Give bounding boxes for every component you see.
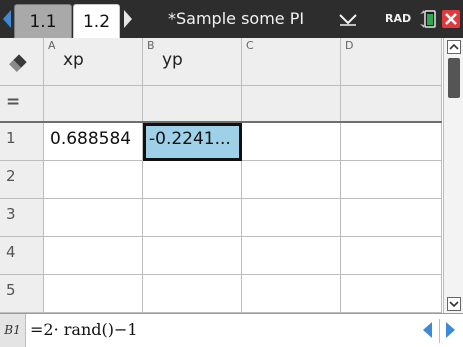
row-header-1[interactable]: 1 [0,123,44,161]
formula-cell-a[interactable] [44,86,143,122]
angle-mode-indicator: RAD [385,12,412,25]
vertical-scrollbar[interactable] [443,38,463,313]
cell-reference: B1 [0,314,26,347]
chevron-down-icon[interactable] [339,12,357,26]
entry-line: B1 =2· rand()−1 [0,313,463,347]
column-header-b[interactable]: B yp [143,38,242,86]
tab-1-2[interactable]: 1.2 [73,4,120,38]
cell-value: -0.2241... [149,129,231,149]
close-icon[interactable] [441,8,461,30]
cell-d2[interactable] [341,161,442,199]
column-letter: A [48,39,56,52]
scroll-down-button[interactable] [447,297,461,311]
column-letter: B [147,39,155,52]
cell-c1[interactable] [242,123,341,161]
cell-c4[interactable] [242,237,341,275]
corner-cell[interactable] [0,38,44,86]
tab-label: 1.2 [82,12,111,32]
row-number: 5 [6,281,16,299]
column-header-d[interactable]: D [341,38,442,86]
formula-row-header: = [0,86,44,122]
cell-b3[interactable] [143,199,242,237]
row-header-4[interactable]: 4 [0,237,44,275]
column-header-a[interactable]: A xp [44,38,143,86]
cell-b4[interactable] [143,237,242,275]
equals-symbol: = [6,92,21,112]
battery-icon [420,10,436,28]
cell-c5[interactable] [242,275,341,313]
row-number: 1 [6,129,16,147]
cell-c3[interactable] [242,199,341,237]
formula-cell-d[interactable] [341,86,442,122]
row-number: 4 [6,243,16,261]
row-header-3[interactable]: 3 [0,199,44,237]
previous-page-arrow-icon[interactable] [3,10,11,28]
cell-b2[interactable] [143,161,242,199]
chevron-down-icon [449,301,459,308]
cell-d4[interactable] [341,237,442,275]
history-forward-arrow-icon[interactable] [446,322,455,338]
tab-label: 1.1 [29,12,57,32]
column-letter: C [246,39,254,52]
scroll-up-button[interactable] [447,40,461,54]
history-back-arrow-icon[interactable] [423,322,432,338]
tab-1-1[interactable]: 1.1 [14,4,72,38]
row-number: 2 [6,167,16,185]
cell-c2[interactable] [242,161,341,199]
chevron-up-icon [449,43,459,50]
document-title[interactable]: *Sample some PI [168,9,304,28]
scroll-thumb[interactable] [448,58,460,98]
cell-b5[interactable] [143,275,242,313]
cell-a1[interactable]: 0.688584 [44,123,143,161]
column-name: xp [63,50,84,70]
title-bar: 1.1 1.2 *Sample some PI RAD [0,0,463,38]
next-page-arrow-icon[interactable] [124,10,132,28]
cell-b1[interactable]: -0.2241... [143,123,242,161]
cell-a2[interactable] [44,161,143,199]
cell-d5[interactable] [341,275,442,313]
column-name: yp [162,50,183,70]
formula-cell-c[interactable] [242,86,341,122]
column-letter: D [345,39,354,52]
entry-divider [439,319,440,343]
cell-d1[interactable] [341,123,442,161]
row-header-2[interactable]: 2 [0,161,44,199]
cell-a4[interactable] [44,237,143,275]
formula-cell-b[interactable] [143,86,242,122]
eraser-icon [9,54,27,72]
formula-input[interactable]: =2· rand()−1 [30,320,138,339]
row-header-5[interactable]: 5 [0,275,44,313]
column-header-c[interactable]: C [242,38,341,86]
row-number: 3 [6,205,16,223]
cell-a5[interactable] [44,275,143,313]
cell-d3[interactable] [341,199,442,237]
cell-value: 0.688584 [50,129,132,149]
cell-a3[interactable] [44,199,143,237]
